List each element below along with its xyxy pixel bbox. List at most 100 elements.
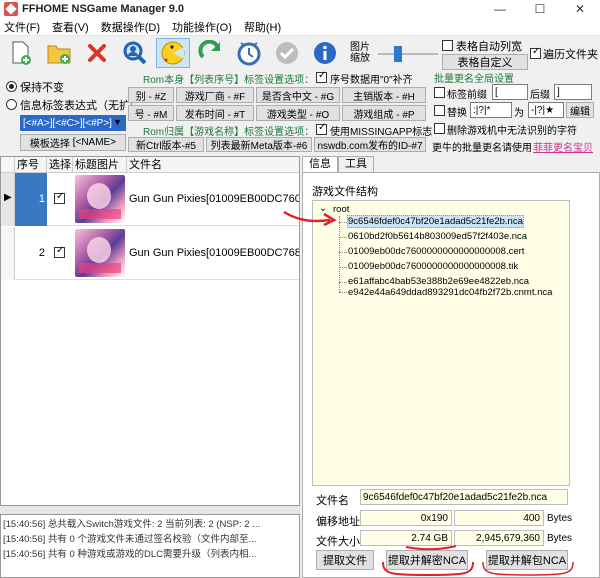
game-thumbnail (75, 175, 125, 223)
title-bar: FFHOME NSGame Manager 9.0 — ☐ ✕ (0, 0, 600, 18)
tree-file[interactable]: 9c6546fdef0c47bf20e1adad5c21fe2b.nca (347, 215, 524, 228)
tab-info[interactable]: 信息 (302, 156, 338, 172)
tag-button-m[interactable]: 号 - #M (128, 105, 174, 121)
pacman-button[interactable] (156, 38, 190, 68)
replace-label: 替换 (447, 108, 467, 119)
annotation-bracket-icon (482, 561, 574, 576)
tag-button-z[interactable]: 别 - #Z (128, 87, 174, 103)
info-button[interactable] (308, 38, 342, 68)
table-row[interactable]: 2 Gun Gun Pixies[01009EB00DC76800][ (1, 227, 299, 280)
menu-data[interactable]: 数据操作(D) (101, 19, 160, 35)
detail-tabs: 信息 工具 (302, 156, 374, 172)
tag-prefix-label: 标签前缀 (447, 90, 487, 101)
header-thumbnail[interactable]: 标题图片 (73, 157, 127, 173)
template-select-button[interactable]: 模板选择 [<NAME> (20, 134, 126, 151)
maximize-button[interactable]: ☐ (520, 0, 560, 18)
suffix-label: 后缀 (530, 90, 550, 101)
tag-button-release-time[interactable]: 发布时间 - #T (176, 105, 254, 121)
tag-expression-radio[interactable] (6, 99, 17, 110)
delete-button[interactable] (80, 38, 114, 68)
replace-to-input[interactable]: -|?|★ (528, 102, 564, 118)
prefix-input[interactable]: [ (492, 84, 528, 100)
new-file-icon (12, 41, 31, 65)
tag-button-main-version[interactable]: 主销版本 - #H (342, 87, 426, 103)
seq-pad-label: 序号数据用"0"补齐 (330, 75, 413, 86)
edit-button[interactable]: 编辑 (566, 102, 594, 118)
menu-help[interactable]: 帮助(H) (244, 19, 281, 35)
chevron-down-icon[interactable]: ▼ (113, 117, 122, 127)
file-structure-tree: ⌄ root 9c6546fdef0c47bf20e1adad5c21fe2b.… (312, 200, 570, 486)
traverse-folder-checkbox[interactable] (530, 46, 541, 59)
info-icon (314, 42, 336, 64)
search-user-button[interactable] (118, 38, 152, 68)
size-bytes-unit: Bytes (547, 533, 573, 544)
row-select-checkbox[interactable] (54, 191, 65, 204)
delete-icon (88, 44, 106, 62)
tree-file[interactable]: 01009eb00dc7600000000000000008.tik (348, 261, 518, 272)
tag-prefix-checkbox[interactable] (434, 87, 445, 98)
tag-button-ctrl-version[interactable]: 新Ctrl版本-#5 (128, 137, 204, 152)
replace-checkbox[interactable] (434, 105, 445, 116)
extract-file-button[interactable]: 提取文件 (316, 550, 374, 570)
check-button[interactable] (270, 38, 304, 68)
menu-file[interactable]: 文件(F) (4, 19, 40, 35)
use-missing-label: 使用MISSINGAPP标志 (330, 127, 433, 138)
game-thumbnail (75, 229, 125, 277)
menu-function[interactable]: 功能操作(O) (172, 19, 232, 35)
game-table: 序号 选择 标题图片 文件名 ▶ 1 Gun Gun Pixies[01009E… (0, 156, 300, 506)
tag-button-game-type[interactable]: 游戏类型 - #O (256, 105, 340, 121)
use-missing-checkbox[interactable] (316, 122, 327, 135)
more-rename-link[interactable]: 菲菲更名宝贝 (533, 139, 593, 154)
table-custom-button[interactable]: 表格自定义 (442, 54, 528, 70)
expression-input[interactable]: [<#A>][<#C>][<#P>] (20, 115, 126, 131)
offset-dec-value: 400 (454, 510, 544, 526)
check-icon (276, 42, 298, 64)
tree-file[interactable]: e61affabc4bab53e388b2e69ee4822eb.nca (348, 276, 529, 287)
table-row[interactable]: ▶ 1 Gun Gun Pixies[01009EB00DC76000][ (1, 173, 299, 226)
table-horizontal-scrollbar[interactable] (0, 506, 300, 514)
pacman-icon (161, 41, 185, 65)
keep-unchanged-radio[interactable] (6, 81, 17, 92)
replace-from-input[interactable]: :|?|* (470, 102, 512, 118)
new-file-button[interactable] (4, 38, 38, 68)
delete-unrecognized-label: 删除游戏机中无法识别的字符 (447, 126, 577, 137)
suffix-input[interactable]: ] (554, 84, 592, 100)
traverse-folder-label: 遍历文件夹 (543, 49, 598, 61)
add-folder-icon (47, 45, 71, 64)
tree-file[interactable]: e942e44a649ddad893291dc04fb2f72b.cnmt.nc… (348, 287, 552, 298)
size-label: 文件大小 (316, 536, 360, 548)
log-line: [15:40:56] 总共载入Switch游戏文件: 2 当前列表: 2 (NS… (3, 519, 261, 530)
clock-icon (237, 42, 261, 66)
header-filename[interactable]: 文件名 (127, 157, 299, 173)
structure-title: 游戏文件结构 (312, 186, 378, 198)
seq-pad-checkbox[interactable] (316, 70, 327, 83)
add-folder-button[interactable] (42, 38, 76, 68)
refresh-button[interactable] (194, 38, 228, 68)
table-autowidth-checkbox[interactable] (442, 40, 453, 51)
log-panel: [15:40:56] 总共载入Switch游戏文件: 2 当前列表: 2 (NS… (0, 514, 300, 578)
close-button[interactable]: ✕ (560, 0, 600, 18)
clock-button[interactable] (232, 38, 266, 68)
search-user-icon (123, 41, 147, 65)
row-select-checkbox[interactable] (54, 245, 65, 258)
header-select[interactable]: 选择 (47, 157, 73, 173)
minimize-button[interactable]: — (480, 0, 520, 18)
delete-unrecognized-checkbox[interactable] (434, 123, 445, 134)
image-zoom-slider[interactable] (378, 42, 438, 64)
header-seq[interactable]: 序号 (15, 157, 47, 173)
row-indicator (1, 227, 15, 280)
tag-button-game-compose[interactable]: 游戏组成 - #P (342, 105, 426, 121)
filename-value: 9c6546fdef0c47bf20e1adad5c21fe2b.nca (360, 489, 568, 505)
refresh-icon (198, 40, 220, 59)
tab-tools[interactable]: 工具 (338, 156, 374, 172)
menu-view[interactable]: 查看(V) (52, 19, 89, 35)
slider-thumb[interactable] (394, 46, 402, 62)
tag-button-chinese[interactable]: 是否含中文 - #G (256, 87, 340, 103)
tree-file[interactable]: 01009eb00dc7600000000000000008.cert (348, 246, 524, 257)
tag-expression-label: 信息标签表达式（无扩展 (20, 100, 132, 112)
tree-file[interactable]: 0610bd2f0b5614b803009ed57f2f403e.nca (348, 231, 527, 242)
tag-button-nswdb-id[interactable]: nswdb.com发布的ID-#7 (314, 137, 426, 152)
log-line: [15:40:56] 共有 0 个游戏文件未通过签名校验（文件内部至... (3, 534, 257, 545)
tag-button-vendor[interactable]: 游戏厂商 - #F (176, 87, 254, 103)
tag-button-meta-version[interactable]: 列表最新Meta版本-#6 (206, 137, 312, 152)
